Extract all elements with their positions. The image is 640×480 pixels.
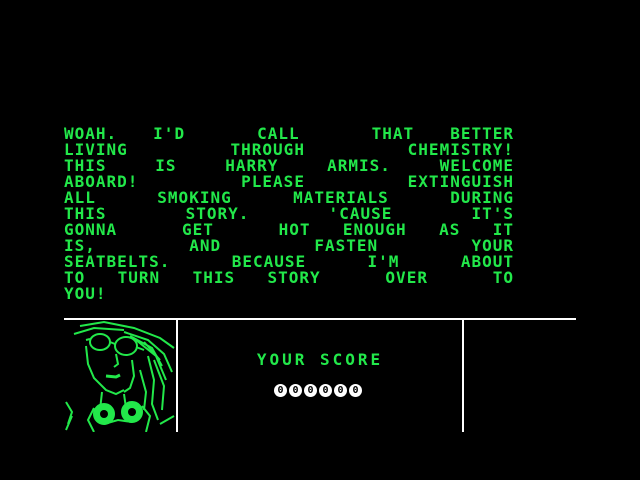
score-digit: 0: [319, 384, 332, 397]
score-digit: 0: [334, 384, 347, 397]
score-digit: 0: [304, 384, 317, 397]
score-digit: 0: [274, 384, 287, 397]
character-portrait: [64, 320, 176, 432]
narration-line: TO TURN THIS STORY OVER TO: [64, 268, 514, 287]
narration-text: WOAH. I'D CALL THAT BETTER LIVING THROUG…: [64, 126, 514, 302]
score-digit: 0: [349, 384, 362, 397]
narration-line: YOU!: [64, 284, 107, 303]
hud-divider-left: [176, 320, 178, 432]
harry-armis-portrait-icon: [65, 320, 175, 432]
score-label: YOUR SCORE: [256, 350, 384, 369]
game-screen: WOAH. I'D CALL THAT BETTER LIVING THROUG…: [0, 0, 640, 480]
score-digit: 0: [289, 384, 302, 397]
hud-divider-right: [462, 320, 464, 432]
score-counter: 0 0 0 0 0 0: [274, 384, 362, 398]
